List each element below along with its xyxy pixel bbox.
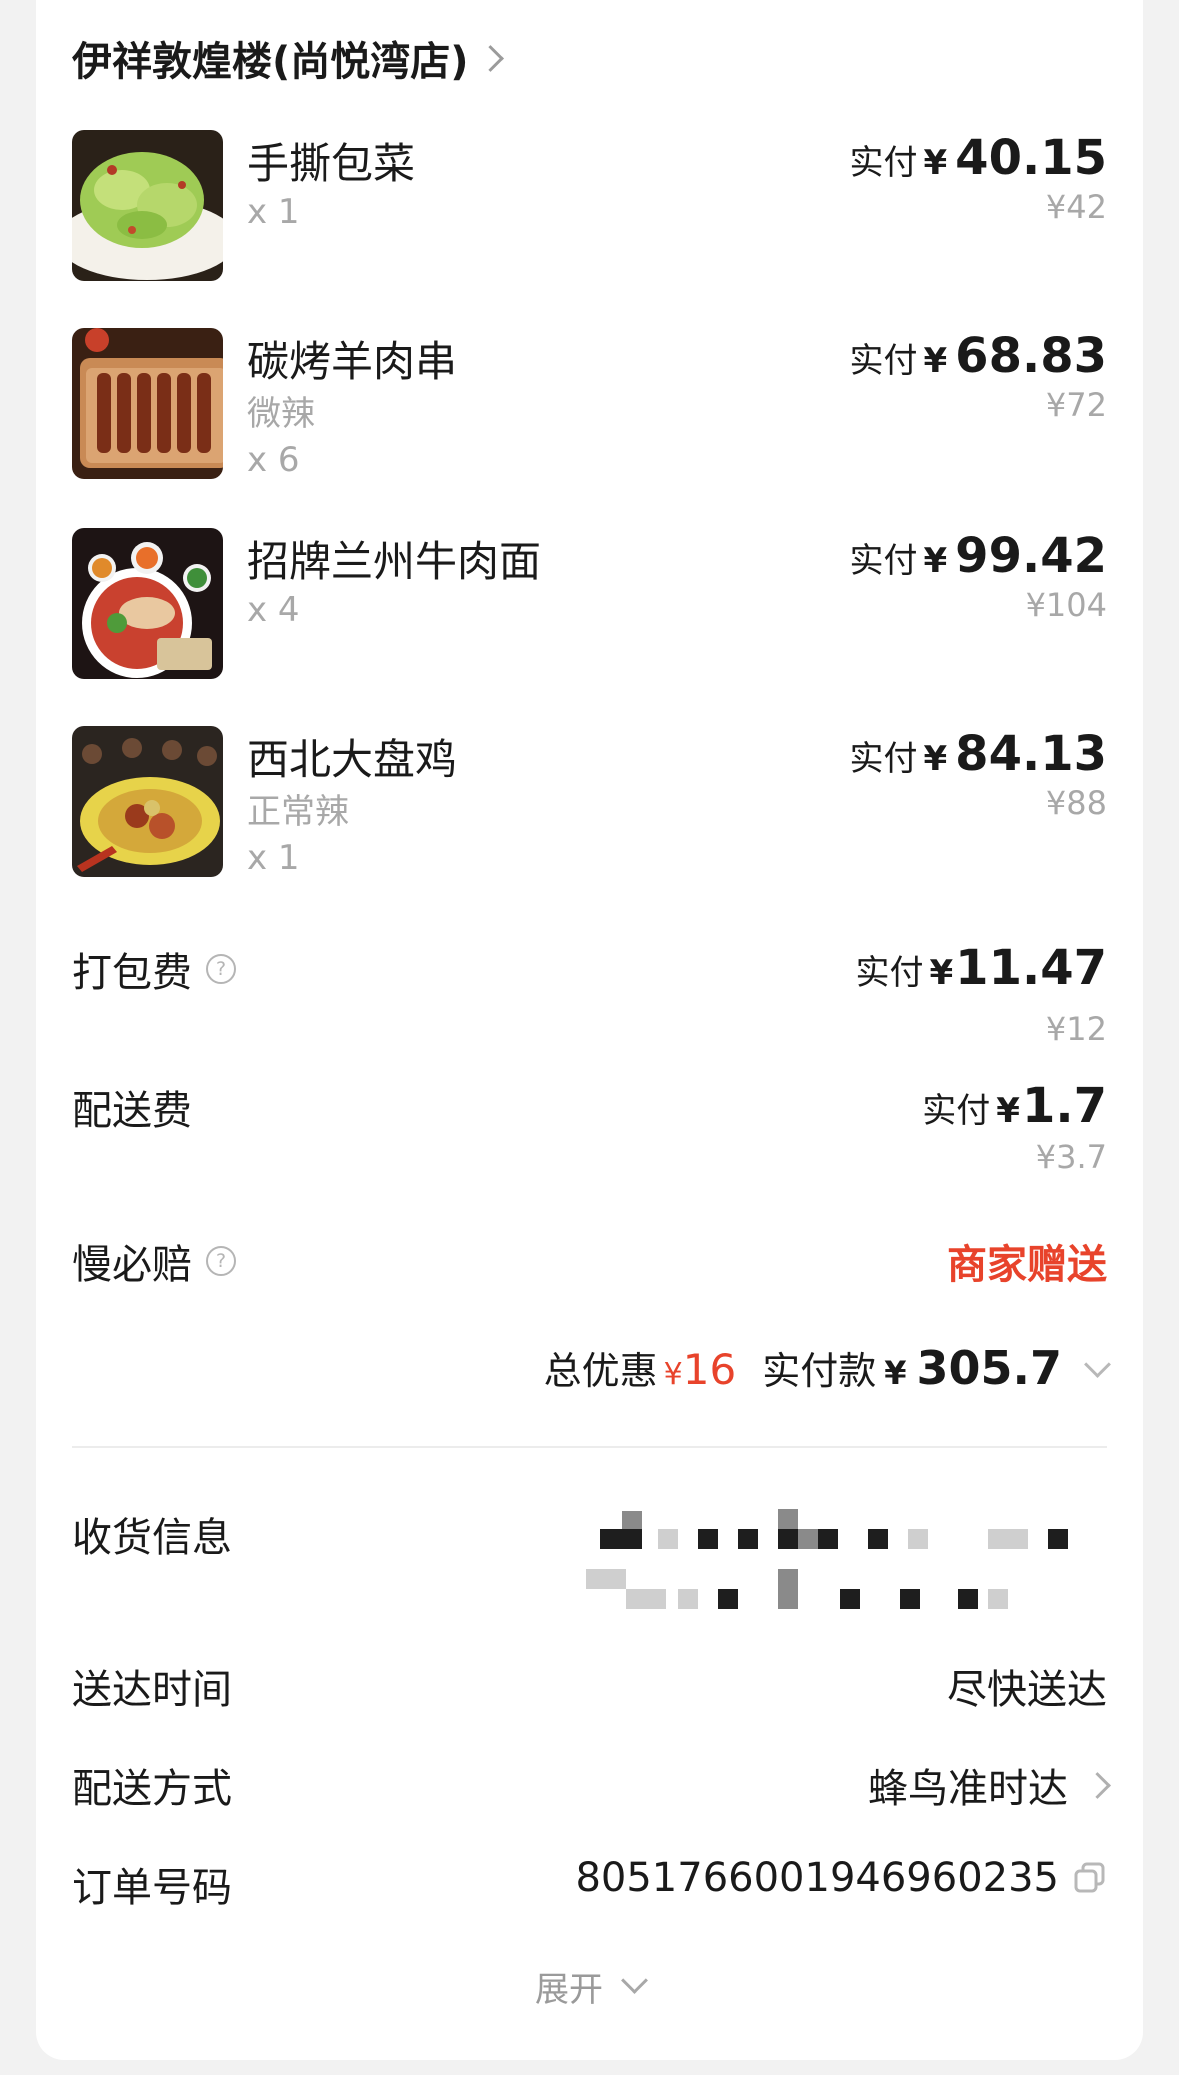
packing-original-price: ¥12 [1045,1010,1107,1048]
paid-currency: ¥ [884,1354,907,1392]
paid-label: 实付 [849,739,918,779]
item-original-price: ¥72 [1045,386,1107,424]
item-paid-price: 实付 ¥ 99.42 [850,528,1108,584]
shop-header[interactable]: 伊祥敦煌楼(尚悦湾店) [72,29,504,87]
delivery-method-value[interactable]: 蜂鸟准时达 [868,1756,1068,1814]
paid-amount: 99.42 [955,528,1107,584]
paid-label: 实付 [855,953,924,993]
currency-symbol: ¥ [923,541,948,581]
late-guarantee-label-group: 慢必赔 ? [72,1232,236,1290]
packing-fee-row: 打包费 ? 实付 ¥ 11.47 ¥12 [72,940,1107,1060]
delivery-time-label: 送达时间 [72,1667,232,1713]
chevron-down-icon[interactable] [1084,1351,1111,1378]
item-name: 招牌兰州牛肉面 [247,537,542,586]
currency-symbol: ¥ [996,1091,1020,1131]
paid-label: 实付 [849,541,918,581]
item-original-price: ¥42 [1045,188,1107,226]
merchant-gift-badge: 商家赠送 [947,1242,1107,1288]
delivery-fee-label: 配送费 [72,1088,192,1134]
big-plate-chicken-image [72,726,223,877]
item-quantity: x 4 [247,590,300,630]
total-discount-amount: 16 [682,1345,737,1394]
paid-amount: 68.83 [955,328,1107,384]
help-circle-icon[interactable]: ? [206,1246,236,1276]
paid-amount: 1.7 [1021,1078,1107,1134]
order-item: 碳烤羊肉串 微辣 x 6 实付 ¥ 68.83 ¥72 [72,328,1107,508]
paid-total-amount: 305.7 [916,1341,1062,1395]
item-original-price: ¥88 [1045,784,1107,822]
lamb-skewers-image [72,328,223,479]
expand-label[interactable]: 展开 [535,1962,603,2011]
delivery-time-value: 尽快送达 [947,1667,1107,1713]
late-guarantee-row: 慢必赔 ? 商家赠送 [72,1232,1107,1292]
address-redacted-mosaic [586,1509,1068,1609]
item-quantity: x 6 [247,440,300,480]
copy-icon[interactable] [1073,1861,1107,1895]
currency-symbol: ¥ [929,953,954,993]
currency-symbol: ¥ [923,739,948,779]
item-original-price: ¥104 [1025,586,1107,624]
delivery-fee-row: 配送费 实付 ¥ 1.7 ¥3.7 [72,1078,1107,1198]
item-paid-price: 实付 ¥ 68.83 [850,328,1108,384]
delivery-original-price: ¥3.7 [1035,1138,1107,1176]
order-number-label: 订单号码 [72,1865,232,1911]
paid-amount: 84.13 [955,726,1107,782]
item-quantity: x 1 [247,838,300,878]
chevron-down-icon[interactable] [621,1967,648,1994]
delivery-method-row[interactable]: 蜂鸟准时达 [868,1756,1111,1814]
order-item: 招牌兰州牛肉面 x 4 实付 ¥ 99.42 ¥104 [72,528,1107,708]
delivery-paid-price: 实付 ¥ 1.7 [922,1078,1107,1134]
paid-label: 实付 [922,1091,991,1131]
item-image-skewers [72,328,223,479]
item-image-chicken [72,726,223,877]
delivery-method-label: 配送方式 [72,1766,232,1812]
late-guarantee-label: 慢必赔 [72,1242,192,1288]
item-spec: 正常辣 [247,792,349,832]
order-item: 手撕包菜 x 1 实付 ¥ 40.15 ¥42 [72,130,1107,310]
shop-name[interactable]: 伊祥敦煌楼(尚悦湾店) [72,29,469,87]
cabbage-dish-image [72,130,223,281]
total-discount-label: 总优惠 [543,1349,658,1393]
order-item: 西北大盘鸡 正常辣 x 1 实付 ¥ 84.13 ¥88 [72,726,1107,906]
packing-fee-label-group: 打包费 ? [72,940,236,998]
address-label: 收货信息 [72,1515,232,1561]
help-circle-icon[interactable]: ? [206,954,236,984]
beef-noodles-image [72,528,223,679]
item-image-cabbage [72,130,223,281]
item-name: 手撕包菜 [247,139,416,188]
order-number-value: 8051766001946960235 [575,1855,1059,1901]
item-spec: 微辣 [247,394,315,434]
item-paid-price: 实付 ¥ 84.13 [850,726,1108,782]
paid-label: 实付 [849,341,918,381]
discount-currency: ¥ [663,1357,683,1392]
currency-symbol: ¥ [923,143,948,183]
section-divider [72,1446,1107,1448]
paid-amount: 40.15 [955,130,1107,186]
paid-label: 实付 [849,143,918,183]
item-image-noodles [72,528,223,679]
packing-paid-price: 实付 ¥ 11.47 [856,940,1108,996]
paid-amount: 11.47 [955,940,1107,996]
item-name: 西北大盘鸡 [247,735,458,784]
chevron-right-icon[interactable] [476,44,504,72]
packing-fee-label: 打包费 [72,950,192,996]
currency-symbol: ¥ [923,341,948,381]
chevron-right-icon[interactable] [1084,1771,1111,1799]
paid-total-label: 实付款 [762,1349,877,1393]
order-number-row: 8051766001946960235 [575,1855,1107,1901]
expand-button[interactable]: 展开 [0,1962,1179,2011]
item-paid-price: 实付 ¥ 40.15 [850,130,1108,186]
item-name: 碳烤羊肉串 [247,337,458,386]
item-quantity: x 1 [247,192,300,232]
order-total-row[interactable]: 总优惠 ¥ 16 实付款 ¥ 305.7 [543,1340,1111,1400]
